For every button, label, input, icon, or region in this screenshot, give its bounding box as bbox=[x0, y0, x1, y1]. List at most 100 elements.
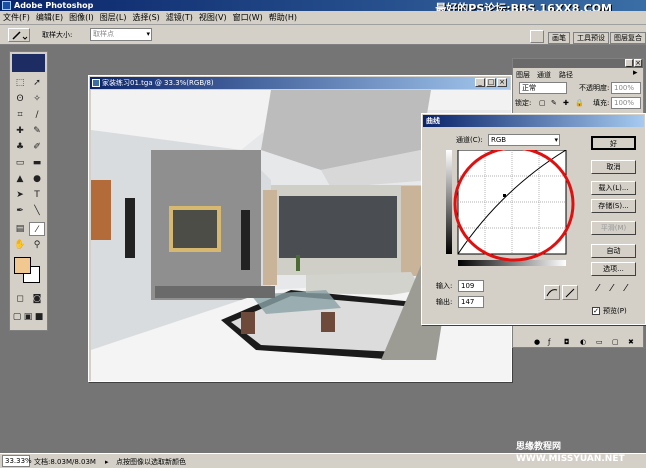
opacity-label: 不透明度: bbox=[579, 84, 610, 92]
lock-position-icon[interactable]: ✚ bbox=[563, 98, 569, 108]
panel-menu-icon[interactable]: ▸ bbox=[633, 68, 638, 78]
site-watermark: 思缘教程网 WWW.MISSYUAN.NET bbox=[516, 442, 625, 464]
curve-tool-icon bbox=[546, 289, 558, 297]
menu-help[interactable]: 帮助(H) bbox=[266, 11, 300, 25]
opacity-value: 100% bbox=[614, 84, 635, 92]
tab-paths[interactable]: 路径 bbox=[559, 70, 573, 80]
layers-minimize-button[interactable]: _ bbox=[625, 59, 633, 67]
delete-layer-icon[interactable]: ✖ bbox=[628, 337, 634, 347]
standard-mode-icon[interactable]: ◻ bbox=[12, 292, 28, 306]
layer-style-icon[interactable]: ƒ bbox=[548, 337, 550, 347]
tab-tool-presets[interactable]: 工具预设 bbox=[573, 32, 609, 44]
pen-tool-icon[interactable]: ✒ bbox=[12, 204, 28, 218]
output-gradient-bar bbox=[446, 150, 452, 254]
document-title: 家装练习01.tga @ 33.3%(RGB/8) bbox=[102, 79, 214, 87]
curve-control-point bbox=[503, 194, 506, 197]
eyedropper-tool-icon[interactable]: ⁄ bbox=[29, 222, 45, 236]
new-layer-icon[interactable]: ▢ bbox=[612, 337, 619, 347]
menu-file[interactable]: 文件(F) bbox=[0, 11, 33, 25]
layers-panel-titlebar[interactable]: _ × bbox=[513, 59, 643, 68]
status-arrow-icon[interactable]: ▸ bbox=[105, 457, 109, 467]
menu-window[interactable]: 窗口(W) bbox=[230, 11, 266, 25]
screen-mode-3-icon[interactable]: ■ bbox=[34, 310, 44, 324]
maximize-button[interactable]: □ bbox=[486, 78, 496, 87]
lock-transparency-icon[interactable]: ▢ bbox=[539, 98, 546, 108]
history-brush-tool-icon[interactable]: ✐ bbox=[29, 140, 45, 154]
smooth-button[interactable]: 平滑(M) bbox=[591, 221, 636, 235]
quick-mask-mode-icon[interactable]: ◙ bbox=[29, 292, 45, 306]
sample-size-value: 取样点 bbox=[93, 30, 114, 38]
curves-title-bar[interactable]: 曲线 bbox=[423, 115, 644, 127]
menu-select[interactable]: 选择(S) bbox=[129, 11, 162, 25]
layer-mask-icon[interactable]: ◘ bbox=[564, 337, 570, 347]
menu-filter[interactable]: 滤镜(T) bbox=[163, 11, 196, 25]
zoom-tool-icon[interactable]: ⚲ bbox=[29, 238, 45, 252]
pencil-icon bbox=[565, 288, 575, 298]
input-value: 109 bbox=[461, 282, 475, 290]
marquee-tool-icon[interactable]: ⬚ bbox=[12, 76, 28, 90]
crop-tool-icon[interactable]: ⌗ bbox=[12, 108, 28, 122]
ok-button[interactable]: 好 bbox=[591, 136, 636, 150]
curve-mode-button[interactable] bbox=[544, 285, 560, 300]
save-button[interactable]: 存储(S)... bbox=[591, 199, 636, 213]
brush-tool-icon[interactable]: ✎ bbox=[29, 124, 45, 138]
tab-layer-comps[interactable]: 图层复合 bbox=[610, 32, 646, 44]
opacity-field[interactable]: 100% bbox=[611, 82, 641, 94]
path-selection-tool-icon[interactable]: ➤ bbox=[12, 188, 28, 202]
document-title-bar[interactable]: 家装练习01.tga @ 33.3%(RGB/8) bbox=[90, 77, 510, 89]
zoom-field[interactable]: 33.33% bbox=[2, 455, 32, 467]
move-tool-icon[interactable]: ➚ bbox=[29, 76, 45, 90]
eraser-tool-icon[interactable]: ▭ bbox=[12, 156, 28, 170]
gradient-tool-icon[interactable]: ▬ bbox=[29, 156, 45, 170]
auto-button[interactable]: 自动 bbox=[591, 244, 636, 258]
lock-image-icon[interactable]: ✎ bbox=[551, 98, 557, 108]
blend-mode-select[interactable]: 正常 bbox=[519, 82, 567, 94]
black-point-eyedropper-icon[interactable]: ⁄ bbox=[597, 284, 599, 294]
menu-layer[interactable]: 图层(L) bbox=[97, 11, 130, 25]
cancel-button[interactable]: 取消 bbox=[591, 160, 636, 174]
palette-well-icon[interactable] bbox=[530, 30, 544, 43]
load-button[interactable]: 载入(L)... bbox=[591, 181, 636, 195]
close-button[interactable]: × bbox=[497, 78, 507, 87]
type-tool-icon[interactable]: T bbox=[29, 188, 45, 202]
blur-tool-icon[interactable]: ▲ bbox=[12, 172, 28, 186]
lock-all-icon[interactable]: 🔒 bbox=[575, 98, 584, 108]
tab-channels[interactable]: 通道 bbox=[537, 70, 551, 80]
white-point-eyedropper-icon[interactable]: ⁄ bbox=[625, 284, 627, 294]
screen-mode-2-icon[interactable]: ▣ bbox=[23, 310, 33, 324]
preview-checkbox[interactable]: ✓ bbox=[592, 307, 600, 315]
tab-layers[interactable]: 图层 bbox=[516, 70, 530, 80]
magic-wand-tool-icon[interactable]: ✧ bbox=[29, 92, 45, 106]
gray-point-eyedropper-icon[interactable]: ⁄ bbox=[611, 284, 613, 294]
doc-size: 文档:8.03M/8.03M bbox=[34, 458, 96, 466]
options-button[interactable]: 选项... bbox=[591, 262, 636, 276]
adjustment-layer-icon[interactable]: ◐ bbox=[580, 337, 586, 347]
link-layers-icon[interactable]: ● bbox=[534, 337, 540, 347]
foreground-color-swatch[interactable] bbox=[14, 257, 31, 274]
output-field[interactable]: 147 bbox=[458, 296, 484, 308]
minimize-button[interactable]: _ bbox=[475, 78, 485, 87]
menu-edit[interactable]: 编辑(E) bbox=[33, 11, 66, 25]
line-tool-icon[interactable]: ╲ bbox=[29, 204, 45, 218]
tab-brushes[interactable]: 画笔 bbox=[548, 32, 570, 44]
eyedropper-preset-button[interactable] bbox=[8, 28, 30, 42]
screen-mode-1-icon[interactable]: ▢ bbox=[12, 310, 22, 324]
healing-brush-tool-icon[interactable]: ✚ bbox=[12, 124, 28, 138]
input-field[interactable]: 109 bbox=[458, 280, 484, 292]
notes-tool-icon[interactable]: ▤ bbox=[12, 222, 28, 236]
menu-image[interactable]: 图像(I) bbox=[66, 11, 97, 25]
fill-field[interactable]: 100% bbox=[611, 97, 641, 109]
layers-close-button[interactable]: × bbox=[634, 59, 642, 67]
menu-view[interactable]: 视图(V) bbox=[196, 11, 230, 25]
sample-size-select[interactable]: 取样点 ▾ bbox=[90, 28, 152, 41]
hand-tool-icon[interactable]: ✋ bbox=[12, 238, 28, 252]
new-group-icon[interactable]: ▭ bbox=[596, 337, 603, 347]
app-title: Adobe Photoshop bbox=[14, 1, 94, 10]
channel-select[interactable]: RGB ▾ bbox=[488, 134, 560, 146]
lasso-tool-icon[interactable]: ʘ bbox=[12, 92, 28, 106]
slice-tool-icon[interactable]: ∕ bbox=[29, 108, 45, 122]
pencil-mode-button[interactable] bbox=[562, 285, 578, 300]
dodge-tool-icon[interactable]: ● bbox=[29, 172, 45, 186]
clone-stamp-tool-icon[interactable]: ♣ bbox=[12, 140, 28, 154]
curve-graph[interactable] bbox=[446, 150, 586, 280]
